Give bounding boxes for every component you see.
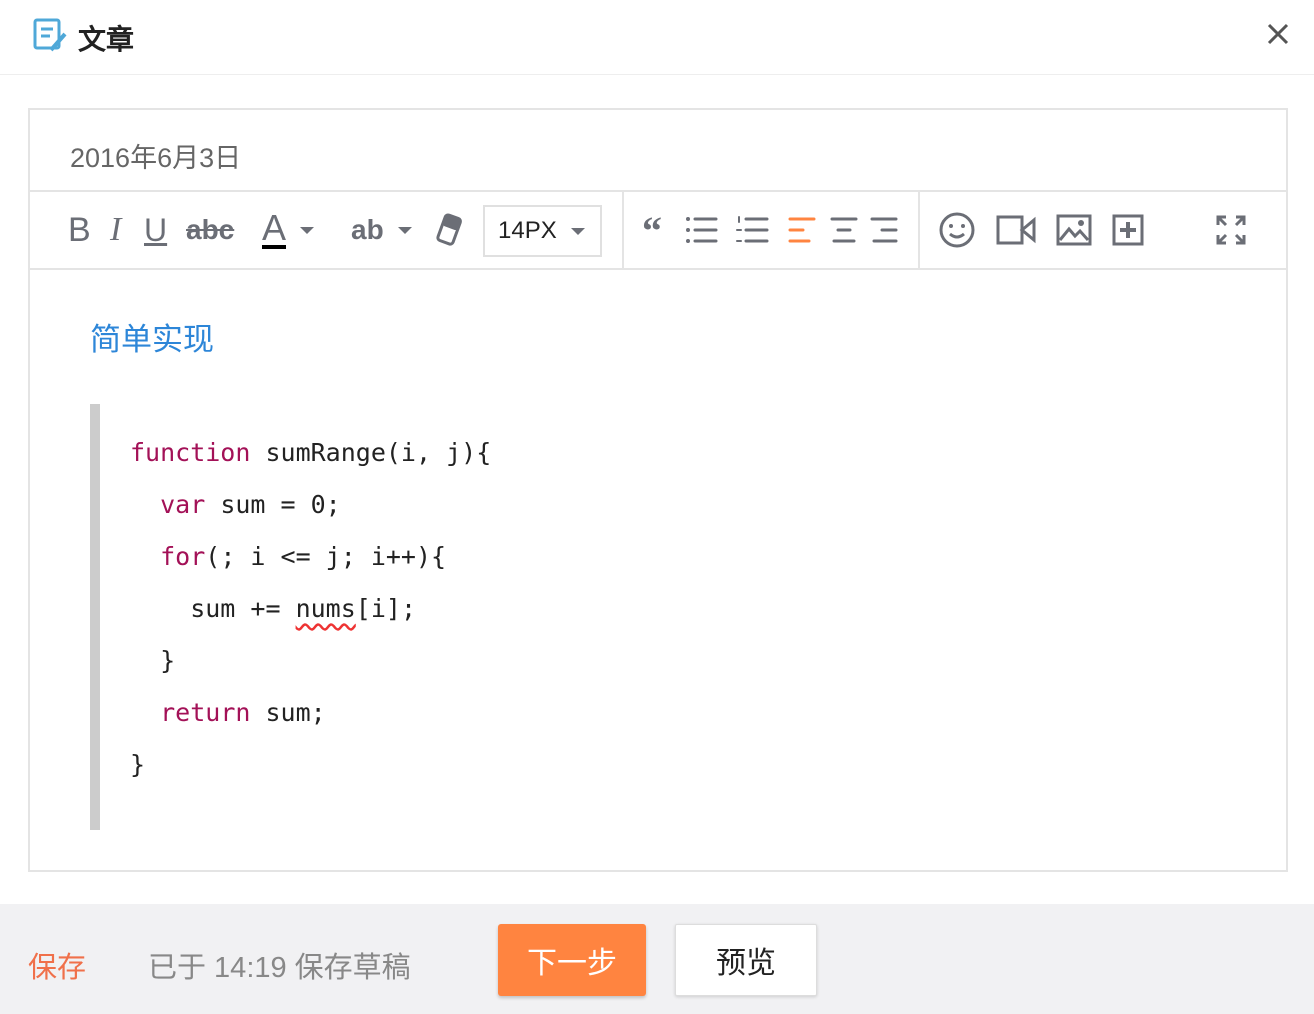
font-size-value: 14PX — [498, 217, 557, 244]
code-line: return sum; — [130, 698, 491, 750]
video-button[interactable] — [996, 192, 1036, 268]
code-block: function sumRange(i, j){ var sum = 0; fo… — [130, 438, 491, 802]
code-token: sumRange(i, j){ — [250, 438, 492, 467]
code-token: [i]; — [355, 594, 417, 623]
dialog-footer: 保存 已于 14:19 保存草稿 下一步 预览 — [0, 904, 1314, 1014]
insert-more-button[interactable] — [1112, 192, 1144, 268]
emoji-button[interactable] — [938, 192, 976, 268]
video-icon — [996, 215, 1036, 245]
align-center-icon — [830, 217, 858, 243]
plus-box-icon — [1112, 214, 1144, 246]
divider — [918, 192, 920, 268]
title-input[interactable]: 2016年6月3日 — [30, 110, 1286, 192]
image-button[interactable] — [1056, 192, 1092, 268]
edit-document-icon — [33, 18, 67, 52]
font-color-button[interactable]: A — [262, 192, 315, 268]
bold-button[interactable]: B — [68, 192, 91, 268]
numbered-list-icon — [736, 216, 769, 243]
numbered-list-button[interactable] — [736, 192, 770, 268]
align-center-button[interactable] — [830, 192, 860, 268]
dialog-header: 文章 — [0, 0, 1314, 75]
code-token: sum; — [250, 698, 326, 727]
code-token: nums — [295, 594, 356, 623]
divider — [622, 192, 624, 268]
smiley-icon — [939, 212, 975, 248]
code-line: } — [130, 750, 491, 802]
content-heading: 简单实现 — [90, 322, 214, 357]
code-keyword: var — [160, 490, 206, 519]
fullscreen-button[interactable] — [1216, 192, 1246, 268]
bullet-list-icon — [686, 217, 718, 243]
chevron-down-icon — [300, 226, 315, 234]
code-token: sum += — [130, 594, 296, 623]
next-step-button[interactable]: 下一步 — [498, 924, 646, 996]
image-icon — [1056, 214, 1092, 246]
code-line: var sum = 0; — [130, 490, 491, 542]
eraser-icon — [436, 213, 462, 246]
clear-format-button[interactable] — [434, 192, 464, 268]
code-line: } — [130, 646, 491, 698]
article-editor: 2016年6月3日 B I U abc A ab 14PX “ 简单实现 fun… — [28, 108, 1288, 872]
chevron-down-icon — [397, 226, 412, 234]
code-keyword: return — [160, 698, 251, 727]
highlight-button[interactable]: ab — [351, 192, 412, 268]
strikethrough-button[interactable]: abc — [186, 192, 234, 268]
align-right-button[interactable] — [870, 192, 900, 268]
code-token: } — [130, 750, 146, 779]
align-left-icon — [788, 217, 816, 243]
code-keyword: for — [160, 542, 206, 571]
code-keyword: function — [130, 438, 251, 467]
italic-button[interactable]: I — [110, 192, 121, 268]
blockquote-bar — [90, 404, 100, 830]
blockquote-button[interactable]: “ — [642, 192, 662, 268]
font-color-label: A — [262, 207, 287, 249]
code-token: } — [130, 646, 176, 675]
code-line: function sumRange(i, j){ — [130, 438, 491, 490]
save-status: 已于 14:19 保存草稿 — [148, 952, 411, 984]
editor-toolbar: B I U abc A ab 14PX “ — [30, 192, 1286, 270]
quote-icon: “ — [642, 207, 662, 253]
chevron-down-icon — [570, 227, 585, 235]
align-right-icon — [870, 217, 898, 243]
highlight-label: ab — [351, 214, 384, 245]
preview-button[interactable]: 预览 — [675, 924, 817, 996]
code-line: sum += nums[i]; — [130, 594, 491, 646]
code-token: sum = 0; — [205, 490, 341, 519]
bullet-list-button[interactable] — [685, 192, 719, 268]
underline-button[interactable]: U — [144, 192, 167, 268]
save-link[interactable]: 保存 — [28, 944, 86, 986]
close-icon[interactable] — [1264, 20, 1292, 48]
code-token: (; i <= j; i++){ — [205, 542, 447, 571]
align-left-button[interactable] — [788, 192, 818, 268]
code-line: for(; i <= j; i++){ — [130, 542, 491, 594]
dialog-title: 文章 — [78, 24, 135, 55]
fullscreen-icon — [1216, 215, 1246, 245]
font-size-select[interactable]: 14PX — [483, 205, 602, 257]
